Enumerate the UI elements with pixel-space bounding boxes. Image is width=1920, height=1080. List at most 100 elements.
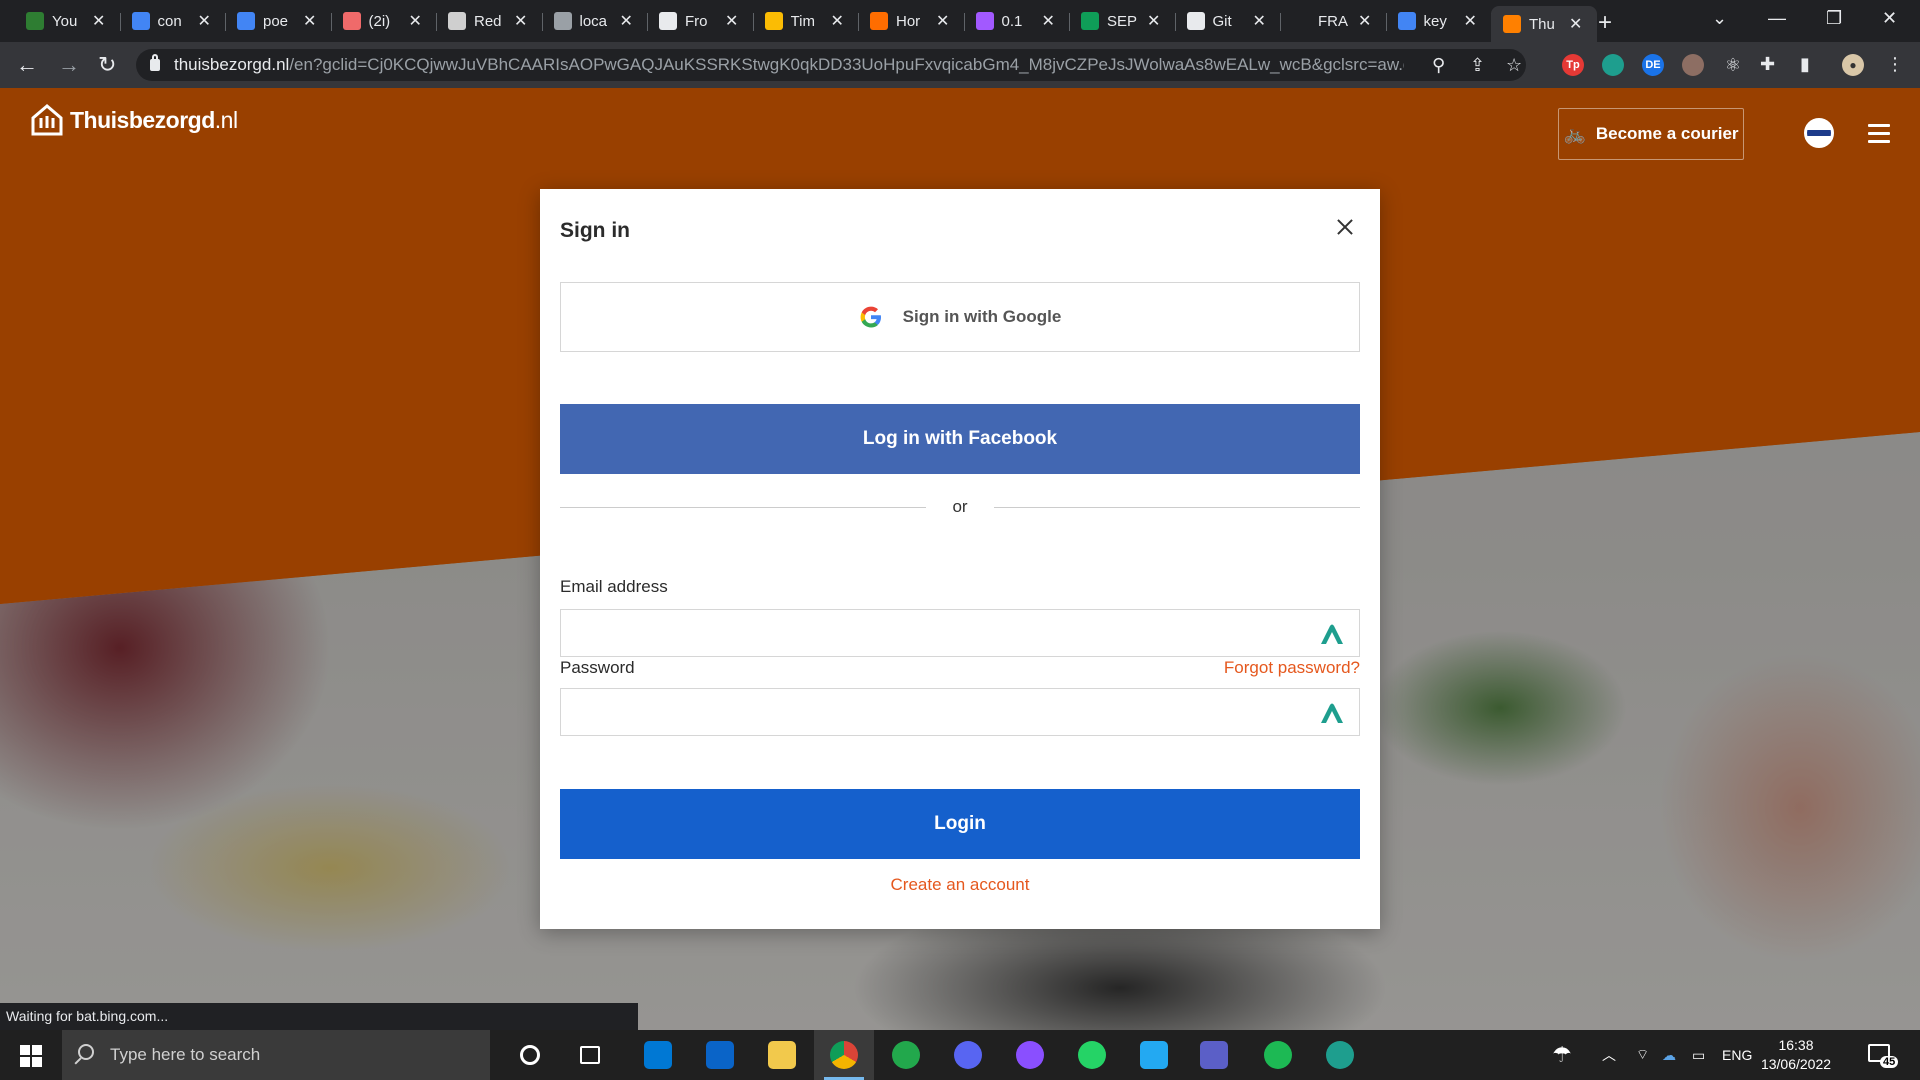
- discord-icon[interactable]: [954, 1041, 982, 1069]
- browser-tab[interactable]: key ✕: [1386, 6, 1492, 36]
- google-sign-in-button[interactable]: Sign in with Google: [560, 282, 1360, 352]
- location-pin-icon[interactable]: ⚲: [1432, 55, 1445, 76]
- tab-close-icon[interactable]: ✕: [725, 11, 738, 31]
- onedrive-icon[interactable]: ☁: [1662, 1030, 1676, 1080]
- nordpass-autofill-icon[interactable]: [1319, 622, 1345, 646]
- create-account-text[interactable]: Create an account: [891, 875, 1030, 894]
- tab-close-icon[interactable]: ✕: [936, 11, 949, 31]
- browser-tab[interactable]: Red ✕: [436, 6, 543, 36]
- brand-tld: .nl: [214, 106, 238, 133]
- language-indicator[interactable]: ENG: [1722, 1030, 1752, 1080]
- nordpass-icon[interactable]: [1326, 1041, 1354, 1069]
- site-logo[interactable]: Thuisbezorgd.nl: [30, 104, 238, 136]
- calendar-icon[interactable]: [644, 1041, 672, 1069]
- browser-tab[interactable]: loca ✕: [542, 6, 648, 36]
- tab-close-icon[interactable]: ✕: [1147, 11, 1160, 31]
- translate-extension-icon[interactable]: DE: [1642, 54, 1664, 76]
- close-icon[interactable]: [1334, 217, 1356, 239]
- tab-search-icon[interactable]: ⌄: [1712, 8, 1727, 29]
- nordpass-icon[interactable]: [1602, 54, 1624, 76]
- weather-umbrella-icon[interactable]: ☂: [1552, 1030, 1572, 1080]
- facebook-login-button[interactable]: Log in with Facebook: [560, 404, 1360, 474]
- brand-text: Thuisbezorgd: [70, 106, 215, 133]
- circle-app-icon[interactable]: [892, 1041, 920, 1069]
- create-account-link[interactable]: Create an account: [540, 875, 1380, 895]
- show-hidden-icons-icon[interactable]: ︿: [1602, 1030, 1616, 1080]
- windows-start-icon[interactable]: [20, 1045, 42, 1067]
- email-field[interactable]: [561, 610, 1359, 656]
- tab-close-icon[interactable]: ✕: [831, 11, 844, 31]
- tab-close-icon[interactable]: ✕: [198, 11, 211, 31]
- chrome-icon[interactable]: [830, 1041, 858, 1069]
- lock-icon[interactable]: [150, 54, 160, 71]
- bookmark-star-icon[interactable]: ☆: [1506, 55, 1522, 76]
- share-icon[interactable]: ⇪: [1470, 55, 1485, 76]
- browser-tab[interactable]: (2i) ✕: [331, 6, 437, 36]
- tab-close-icon[interactable]: ✕: [409, 11, 422, 31]
- browser-tab[interactable]: SEP ✕: [1069, 6, 1176, 36]
- nordpass-autofill-icon[interactable]: [1319, 701, 1345, 725]
- tab-close-icon[interactable]: ✕: [303, 11, 316, 31]
- spotify-icon[interactable]: [1264, 1041, 1292, 1069]
- password-field[interactable]: [561, 689, 1359, 735]
- new-tab-button[interactable]: +: [1598, 9, 1612, 37]
- browser-tab[interactable]: Fro ✕: [647, 6, 754, 36]
- chrome-menu-icon[interactable]: ⋮: [1886, 54, 1904, 75]
- system-clock[interactable]: 16:38 13/06/2022: [1754, 1036, 1838, 1074]
- tab-close-icon[interactable]: ✕: [1358, 11, 1371, 31]
- address-bar[interactable]: thuisbezorgd.nl/en?gclid=Cj0KCQjwwJuVBhC…: [136, 49, 1526, 81]
- cortana-icon[interactable]: [520, 1045, 540, 1065]
- profile-avatar[interactable]: ●: [1842, 54, 1864, 76]
- network-icon[interactable]: ⌔: [1636, 1030, 1649, 1080]
- cookie-extension-icon[interactable]: [1682, 54, 1704, 76]
- tab-close-icon[interactable]: ✕: [620, 11, 633, 31]
- reload-icon[interactable]: ↻: [98, 52, 116, 78]
- tp-extension-icon[interactable]: Tp: [1562, 54, 1584, 76]
- tab-close-icon[interactable]: ✕: [1464, 11, 1477, 31]
- hamburger-menu-icon[interactable]: [1868, 124, 1890, 148]
- teams-icon[interactable]: [1200, 1041, 1228, 1069]
- browser-tab[interactable]: FRA ✕: [1280, 6, 1387, 36]
- tab-close-icon[interactable]: ✕: [514, 11, 527, 31]
- language-flag-icon[interactable]: [1804, 118, 1834, 148]
- minimize-icon[interactable]: —: [1768, 8, 1786, 29]
- tab-close-icon[interactable]: ✕: [1253, 11, 1266, 31]
- tab-close-icon[interactable]: ✕: [92, 11, 105, 31]
- courier-label: Become a courier: [1595, 124, 1739, 143]
- or-divider: or: [560, 495, 1360, 519]
- browser-tab[interactable]: You ✕: [14, 6, 121, 36]
- become-courier-button[interactable]: 🚲 Become a courier: [1558, 108, 1744, 160]
- side-panel-icon[interactable]: ▮: [1800, 54, 1810, 75]
- battery-icon[interactable]: ▭: [1692, 1030, 1705, 1080]
- react-devtools-icon[interactable]: ⚛: [1722, 54, 1744, 76]
- github-desktop-icon[interactable]: [1016, 1041, 1044, 1069]
- back-icon[interactable]: ←: [16, 52, 38, 78]
- close-window-icon[interactable]: ✕: [1882, 8, 1897, 29]
- browser-tab[interactable]: poe ✕: [225, 6, 332, 36]
- browser-status-text: Waiting for bat.bing.com...: [0, 1003, 638, 1030]
- browser-tab[interactable]: 0.1 ✕: [964, 6, 1070, 36]
- forward-icon[interactable]: →: [58, 52, 80, 78]
- outlook-icon[interactable]: [706, 1041, 734, 1069]
- browser-tab[interactable]: Tim ✕: [753, 6, 859, 36]
- house-logo-icon: [31, 104, 63, 136]
- vscode-icon[interactable]: [1140, 1041, 1168, 1069]
- login-button[interactable]: Login: [560, 789, 1360, 859]
- extensions-puzzle-icon[interactable]: ✚: [1760, 54, 1775, 75]
- letter-f-icon: [1292, 12, 1310, 30]
- task-view-icon[interactable]: [580, 1046, 600, 1064]
- url-text[interactable]: thuisbezorgd.nl/en?gclid=Cj0KCQjwwJuVBhC…: [174, 55, 1404, 75]
- browser-tab[interactable]: Hor ✕: [858, 6, 965, 36]
- taskbar-search-box[interactable]: Type here to search: [62, 1030, 490, 1080]
- whatsapp-icon[interactable]: [1078, 1041, 1106, 1069]
- tab-close-icon[interactable]: ✕: [1042, 11, 1055, 31]
- forgot-password-link[interactable]: Forgot password?: [1212, 658, 1360, 678]
- tab-close-icon[interactable]: ✕: [1569, 14, 1582, 34]
- browser-tab[interactable]: Git ✕: [1175, 6, 1281, 36]
- google-button-label: Sign in with Google: [902, 307, 1062, 326]
- browser-tab[interactable]: con ✕: [120, 6, 226, 36]
- restore-icon[interactable]: ❐: [1826, 8, 1842, 29]
- windows-taskbar: Type here to search ☂ ︿ ⌔ ☁ ▭ ENG 16:38 …: [0, 1030, 1920, 1080]
- browser-tab[interactable]: Thu ✕: [1491, 6, 1597, 42]
- file-explorer-icon[interactable]: [768, 1041, 796, 1069]
